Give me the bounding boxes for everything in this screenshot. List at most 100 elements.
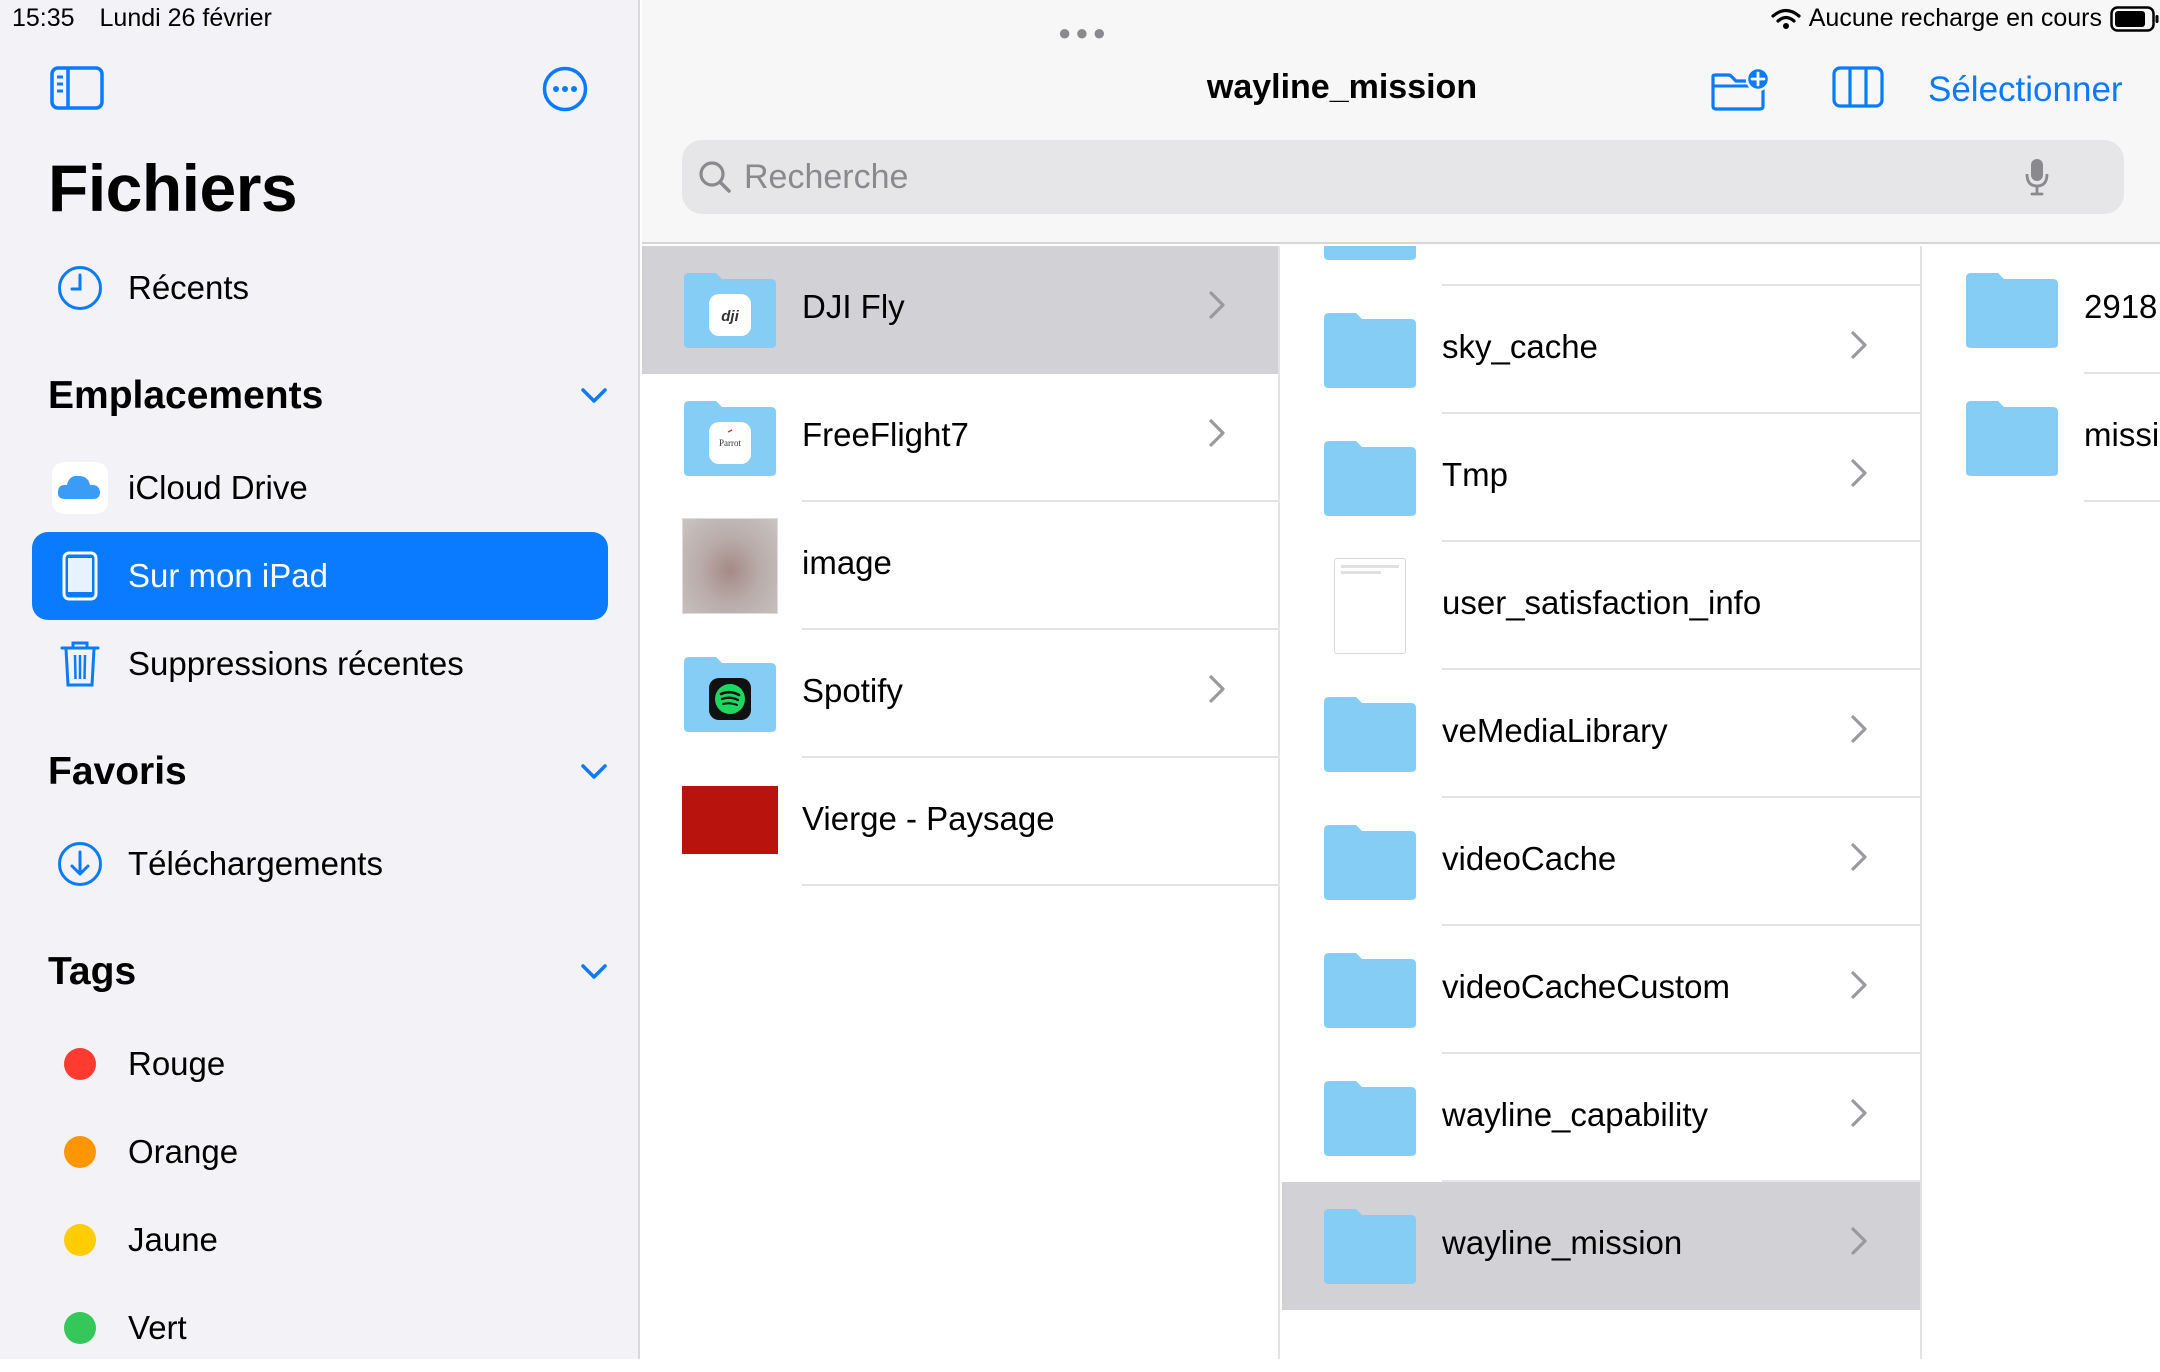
status-bar-left: 15:35 Lundi 26 février — [12, 4, 272, 33]
charging-status: Aucune recharge en cours — [1808, 4, 2102, 32]
svg-text:Parrot: Parrot — [719, 438, 741, 448]
sidebar-title: Fichiers — [48, 151, 298, 225]
sidebar-item-tag-red[interactable]: Rouge — [32, 1020, 608, 1108]
folder-icon — [1966, 401, 2058, 476]
file-row-user-satisfaction-info[interactable]: user_satisfaction_info — [1282, 542, 1920, 670]
file-row-tmp[interactable]: Tmp — [1282, 414, 1920, 542]
file-row-videocache[interactable]: videoCache — [1282, 798, 1920, 926]
tag-green-dot-icon — [64, 1312, 96, 1344]
sidebar-item-label: Récents — [128, 269, 250, 306]
section-tags-header[interactable]: Tags — [48, 950, 608, 994]
sidebar-item-recents[interactable]: Récents — [32, 244, 608, 332]
folder-icon — [1324, 953, 1416, 1028]
sidebar-toggle-icon[interactable] — [50, 66, 104, 115]
search-input[interactable] — [744, 157, 2024, 197]
file-document-icon — [1334, 558, 1406, 654]
section-title: Favoris — [48, 750, 187, 793]
folder-icon — [1324, 246, 1416, 260]
column-3: 2918 missi — [1924, 246, 2160, 1359]
chevron-right-icon — [1851, 459, 1867, 487]
parrot-folder-icon: Parrot — [684, 401, 776, 476]
chevron-right-icon — [1851, 1227, 1867, 1255]
folder-icon — [1966, 273, 2058, 348]
folder-icon — [1324, 825, 1416, 900]
sidebar-item-label: Suppressions récentes — [128, 645, 464, 682]
file-row-wayline-capability[interactable]: wayline_capability — [1282, 1054, 1920, 1182]
tag-red-dot-icon — [64, 1048, 96, 1080]
trash-icon — [42, 620, 118, 708]
new-folder-icon[interactable] — [1710, 66, 1772, 117]
file-row-freeflight7[interactable]: Parrot FreeFlight7 — [642, 374, 1278, 502]
file-name: missi — [2084, 416, 2160, 453]
section-title: Tags — [48, 950, 137, 993]
image-thumbnail — [682, 518, 778, 614]
file-name: Tmp — [1442, 456, 1508, 493]
search-icon — [699, 161, 731, 193]
folder-icon — [1324, 1081, 1416, 1156]
section-favorites-header[interactable]: Favoris — [48, 750, 608, 794]
sidebar: 15:35 Lundi 26 février Fichiers Récents … — [0, 0, 640, 1359]
status-date: Lundi 26 février — [99, 4, 272, 32]
chevron-right-icon — [1851, 971, 1867, 999]
file-name: videoCache — [1442, 840, 1617, 877]
multitasking-grabber-icon[interactable]: ●●● — [1058, 20, 1110, 46]
file-name: image — [802, 544, 892, 581]
file-name: Spotify — [802, 672, 903, 709]
battery-icon — [2110, 5, 2159, 32]
ipad-icon — [42, 532, 118, 620]
microphone-icon[interactable] — [2024, 157, 2050, 197]
file-name: wayline_capability — [1442, 1096, 1708, 1133]
wifi-icon — [1771, 8, 1801, 29]
file-row-wayline-mission[interactable]: wayline_mission — [1282, 1182, 1920, 1310]
file-name: 2918 — [2084, 288, 2158, 325]
sidebar-item-downloads[interactable]: Téléchargements — [32, 820, 608, 908]
tag-orange-dot-icon — [64, 1136, 96, 1168]
chevron-down-icon[interactable] — [580, 963, 608, 981]
more-options-icon[interactable] — [542, 66, 588, 117]
column-2: sdk sky_cache Tmp user_satisfaction_info — [1282, 246, 1922, 1359]
file-name: videoCacheCustom — [1442, 968, 1730, 1005]
file-row-videocachecustom[interactable]: videoCacheCustom — [1282, 926, 1920, 1054]
chevron-right-icon — [1209, 675, 1225, 703]
sidebar-item-label: Rouge — [128, 1045, 226, 1082]
file-row-dji-fly[interactable]: dji DJI Fly — [642, 246, 1278, 374]
chevron-right-icon — [1209, 419, 1225, 447]
download-icon — [42, 820, 118, 908]
file-name: veMediaLibrary — [1442, 712, 1668, 749]
chevron-down-icon[interactable] — [580, 387, 608, 405]
sidebar-item-recently-deleted[interactable]: Suppressions récentes — [32, 620, 608, 708]
sidebar-item-icloud-drive[interactable]: iCloud Drive — [32, 444, 608, 532]
status-bar-right: Aucune recharge en cours — [1771, 4, 2160, 33]
file-row-mission[interactable]: missi — [1924, 374, 2160, 502]
column-view-icon[interactable] — [1832, 66, 1884, 113]
file-name: sky_cache — [1442, 328, 1598, 365]
sidebar-item-on-my-ipad[interactable]: Sur mon iPad — [32, 532, 608, 620]
file-row-2918[interactable]: 2918 — [1924, 246, 2160, 374]
chevron-right-icon — [1851, 715, 1867, 743]
sidebar-item-label: Orange — [128, 1133, 239, 1170]
chevron-right-icon — [1209, 291, 1225, 319]
sidebar-item-label: Vert — [128, 1309, 187, 1346]
sidebar-item-tag-orange[interactable]: Orange — [32, 1108, 608, 1196]
document-thumbnail — [682, 786, 778, 854]
header: ●●● Aucune recharge en cours wayline_mis… — [642, 0, 2160, 244]
file-row-vierge-paysage[interactable]: Vierge - Paysage — [642, 758, 1278, 886]
sidebar-item-label: Sur mon iPad — [128, 557, 328, 594]
folder-icon — [1324, 1209, 1416, 1284]
file-row-sdk[interactable]: sdk — [1282, 246, 1920, 286]
section-title: Emplacements — [48, 374, 324, 417]
search-bar[interactable] — [682, 140, 2124, 214]
page-title: wayline_mission — [1206, 68, 1478, 106]
chevron-down-icon[interactable] — [580, 763, 608, 781]
file-row-vemedialibrary[interactable]: veMediaLibrary — [1282, 670, 1920, 798]
main-pane: ●●● Aucune recharge en cours wayline_mis… — [642, 0, 2160, 1359]
file-row-spotify[interactable]: Spotify — [642, 630, 1278, 758]
file-name: DJI Fly — [802, 288, 905, 325]
clock-icon — [42, 244, 118, 332]
select-button[interactable]: Sélectionner — [1928, 70, 2123, 110]
sidebar-item-tag-yellow[interactable]: Jaune — [32, 1196, 608, 1284]
file-row-sky-cache[interactable]: sky_cache — [1282, 286, 1920, 414]
file-row-image[interactable]: image — [642, 502, 1278, 630]
folder-icon — [1324, 697, 1416, 772]
section-locations-header[interactable]: Emplacements — [48, 374, 608, 418]
